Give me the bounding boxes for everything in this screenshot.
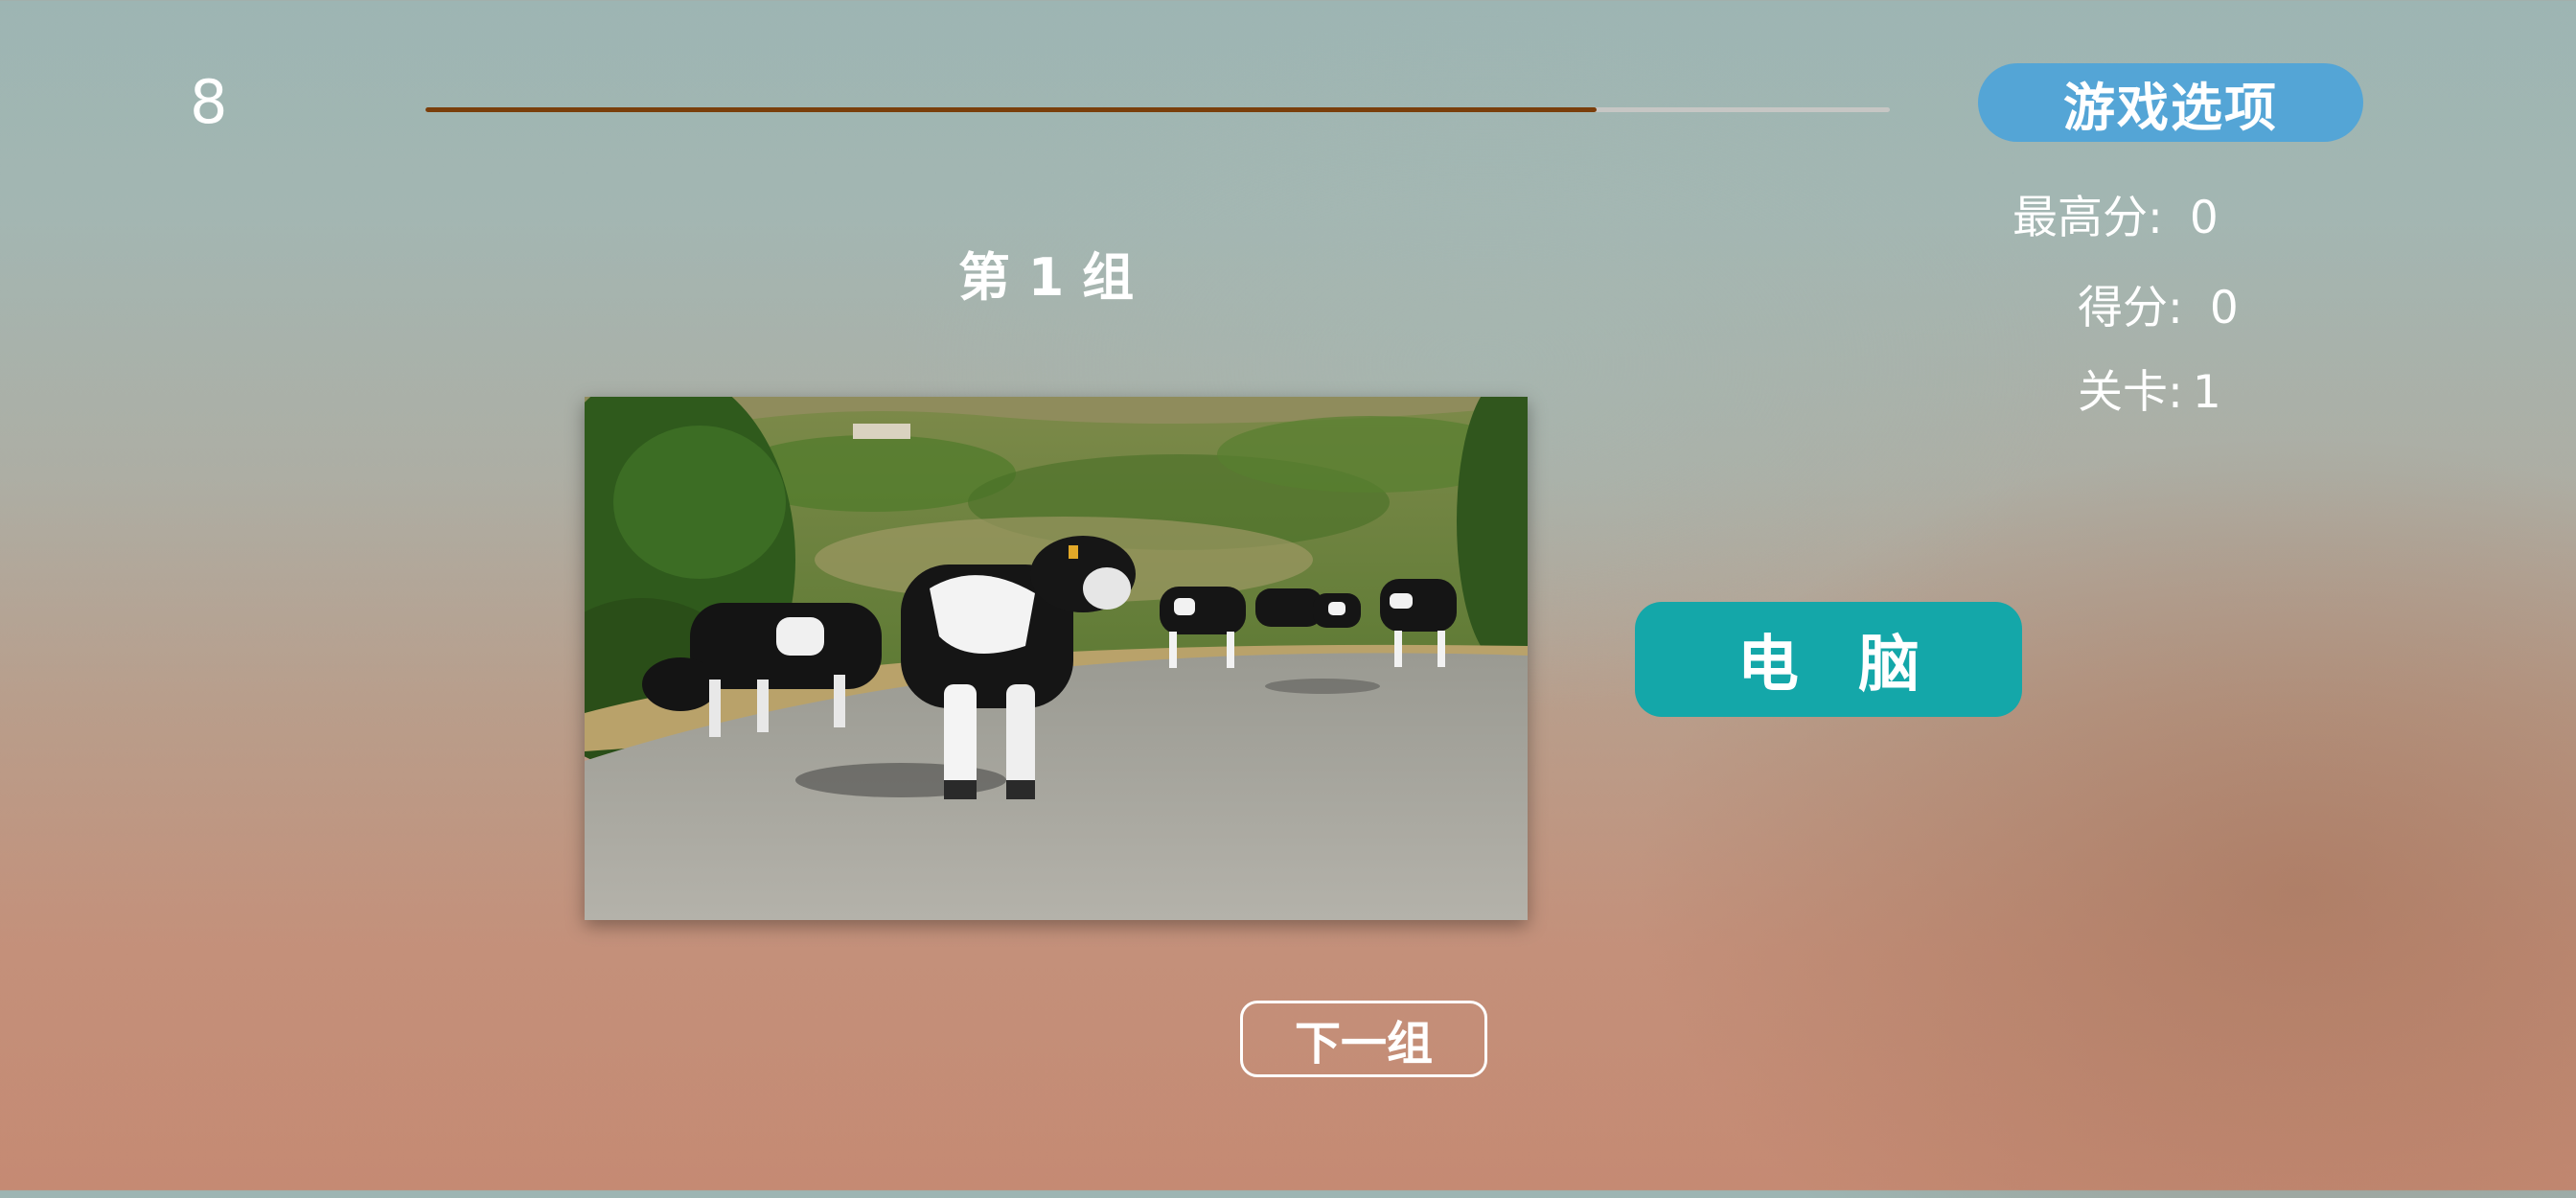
countdown-timer: 8 xyxy=(190,67,228,137)
current-level: 关卡: 1 xyxy=(2078,366,2221,420)
game-options-button[interactable]: 游戏选项 xyxy=(1978,63,2363,142)
score-label: 得分: xyxy=(2078,282,2183,334)
current-score: 得分: 0 xyxy=(2078,282,2239,335)
background-glow xyxy=(1629,431,2576,1198)
time-progress-bar xyxy=(426,107,1890,112)
answer-button[interactable]: 电 脑 xyxy=(1635,602,2022,717)
next-group-button[interactable]: 下一组 xyxy=(1240,1001,1487,1077)
high-score: 最高分: 0 xyxy=(2012,192,2219,245)
level-label: 关卡: xyxy=(2078,366,2183,419)
score-value: 0 xyxy=(2209,282,2239,334)
time-progress-fill xyxy=(426,107,1598,112)
high-score-label: 最高分: xyxy=(2012,192,2163,244)
high-score-value: 0 xyxy=(2189,192,2219,244)
question-photo xyxy=(585,397,1528,920)
level-value: 1 xyxy=(2192,366,2221,419)
group-title: 第 1 组 xyxy=(958,247,1135,308)
